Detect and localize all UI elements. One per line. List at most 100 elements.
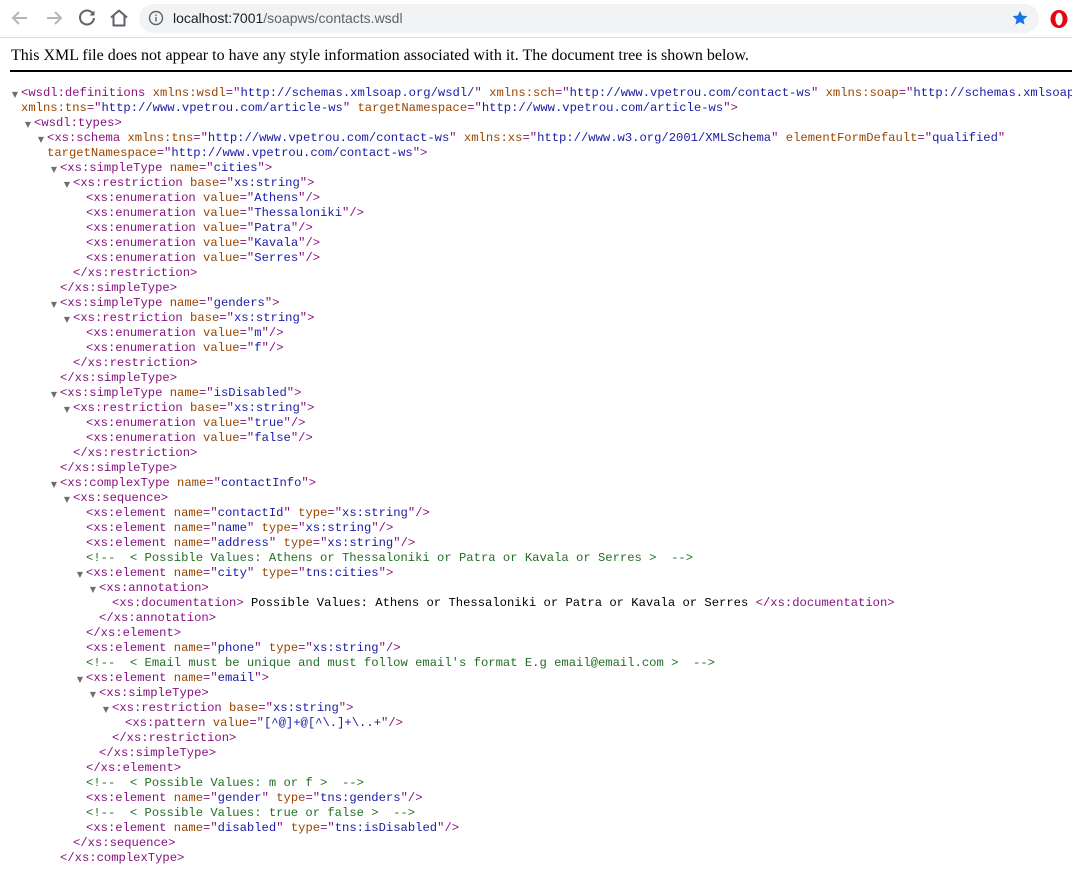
- xml-attr-name: value: [203, 206, 240, 220]
- xml-tag-text: =": [898, 86, 914, 100]
- collapse-toggle-icon[interactable]: ▼: [49, 387, 59, 402]
- xml-tag-text: </xs:documentation>: [755, 596, 895, 610]
- xml-tag-text: ": [342, 101, 358, 115]
- xml-attr-name: xmlns:tns: [127, 131, 194, 145]
- xml-tag-text: =": [203, 506, 218, 520]
- xml-tag-text: <xs:documentation>: [112, 596, 244, 610]
- forward-arrow-icon: [47, 11, 63, 25]
- collapse-toggle-icon[interactable]: ▼: [88, 687, 98, 702]
- xml-line: targetNamespace="http://www.vpetrou.com/…: [10, 146, 1072, 161]
- xml-attr-value: cities: [213, 161, 258, 175]
- collapse-toggle-icon[interactable]: ▼: [88, 582, 98, 597]
- xml-line: </xs:simpleType>: [10, 746, 1072, 761]
- xml-tag-text: "/>: [342, 206, 364, 220]
- reload-button[interactable]: [75, 6, 99, 30]
- xml-attr-value: city: [217, 566, 247, 580]
- xml-line: ▼ <xs:annotation>: [10, 581, 1072, 596]
- xml-tag-text: =": [203, 671, 218, 685]
- xml-tag-text: =": [156, 146, 172, 160]
- xml-line-content: </xs:restriction>: [73, 266, 197, 281]
- opera-extension-button[interactable]: [1049, 9, 1069, 29]
- xml-tag-text: <xs:pattern: [125, 716, 213, 730]
- xml-tag-text: =": [290, 521, 306, 535]
- info-icon[interactable]: [148, 10, 164, 26]
- xml-attr-name: type: [290, 821, 321, 835]
- xml-line-content: </xs:simpleType>: [99, 746, 216, 761]
- forward-button[interactable]: [42, 6, 66, 30]
- xml-attr-name: name: [169, 161, 199, 175]
- xml-tag-text: ": [474, 86, 490, 100]
- xml-tag-text: <xs:simpleType: [60, 296, 170, 310]
- xml-line-content: <xs:simpleType name="cities">: [60, 161, 272, 176]
- xml-tag-text: <xs:schema: [47, 131, 128, 145]
- xml-tag-text: =": [219, 311, 234, 325]
- collapse-toggle-icon[interactable]: ▼: [62, 402, 72, 417]
- xml-tag-text: <xs:annotation>: [99, 581, 209, 595]
- xml-attr-value: http://schemas.xmlsoap.org/: [913, 86, 1072, 100]
- back-button[interactable]: [8, 6, 32, 30]
- xml-attr-value: http://www.vpetrou.com/contact-ws: [171, 146, 413, 160]
- xml-attr-value: disabled: [217, 821, 277, 835]
- xml-attr-name: value: [203, 326, 240, 340]
- xml-attr-name: base: [190, 311, 220, 325]
- xml-attr-value: http://www.vpetrou.com/contact-ws: [207, 131, 450, 145]
- address-bar[interactable]: localhost:7001/soapws/contacts.wsdl: [139, 4, 1039, 33]
- xml-line: <xs:element name="address" type="xs:stri…: [10, 536, 1072, 551]
- xml-tag-text: =": [203, 566, 218, 580]
- xml-line-content: </xs:restriction>: [73, 356, 197, 371]
- collapse-toggle-icon[interactable]: ▼: [62, 492, 72, 507]
- collapse-toggle-icon[interactable]: ▼: [62, 312, 72, 327]
- xml-line-content: <xs:simpleType name="isDisabled">: [60, 386, 301, 401]
- xml-line: <!-- < Possible Values: m or f > -->: [10, 776, 1072, 791]
- collapse-toggle-icon[interactable]: ▼: [23, 117, 33, 132]
- collapse-toggle-icon[interactable]: ▼: [62, 177, 72, 192]
- xml-line-content: </xs:simpleType>: [60, 281, 177, 296]
- xml-attr-name: value: [203, 236, 240, 250]
- collapse-toggle-icon[interactable]: ▼: [49, 297, 59, 312]
- xml-line-content: <xs:enumeration value="Athens"/>: [86, 191, 320, 206]
- collapse-toggle-icon[interactable]: ▼: [75, 672, 85, 687]
- collapse-toggle-icon[interactable]: ▼: [10, 87, 20, 102]
- url-text[interactable]: localhost:7001/soapws/contacts.wsdl: [173, 10, 403, 26]
- xml-tag-text: "/>: [437, 821, 460, 835]
- xml-tag-text: </xs:simpleType>: [60, 371, 178, 385]
- xml-tag-text: =": [320, 821, 335, 835]
- xml-tag-text: <wsdl:types>: [34, 116, 122, 130]
- xml-tag-text: <xs:simpleType: [60, 161, 170, 175]
- xml-attr-name: name: [173, 536, 204, 550]
- collapse-toggle-icon[interactable]: ▼: [49, 162, 59, 177]
- xml-line-content: <xs:element name="disabled" type="tns:is…: [86, 821, 459, 836]
- xml-attr-value: name: [217, 521, 247, 535]
- collapse-toggle-icon[interactable]: ▼: [49, 477, 59, 492]
- xml-line: <xs:enumeration value="f"/>: [10, 341, 1072, 356]
- xml-line-content: </xs:element>: [86, 626, 181, 641]
- xml-tag-text: "/>: [290, 431, 313, 445]
- xml-line-content: <xs:element name="address" type="xs:stri…: [86, 536, 415, 551]
- xml-attr-name: xmlns:wsdl: [152, 86, 226, 100]
- bookmark-star-icon[interactable]: [1011, 9, 1029, 27]
- xml-attr-name: name: [169, 296, 199, 310]
- collapse-toggle-icon[interactable]: ▼: [101, 702, 111, 717]
- xml-line-content: <xs:simpleType name="genders">: [60, 296, 279, 311]
- home-button[interactable]: [107, 6, 131, 30]
- xml-tag-text: =": [239, 431, 255, 445]
- xml-attr-value: Thessaloniki: [254, 206, 343, 220]
- xml-tag-text: <xs:complexType: [60, 476, 178, 490]
- xml-line-content: </xs:annotation>: [99, 611, 216, 626]
- xml-attr-name: value: [203, 431, 240, 445]
- xml-line-content: <xs:restriction base="xs:string">: [112, 701, 353, 716]
- xml-attr-name: name: [173, 521, 204, 535]
- xml-line-content: </xs:sequence>: [73, 836, 175, 851]
- browser-toolbar: localhost:7001/soapws/contacts.wsdl: [0, 0, 1072, 38]
- xml-tag-text: =": [203, 641, 218, 655]
- collapse-toggle-icon[interactable]: ▼: [75, 567, 85, 582]
- xml-attr-value: qualified: [932, 131, 998, 145]
- xml-attr-value: email: [217, 671, 255, 685]
- xml-line: <xs:enumeration value="Athens"/>: [10, 191, 1072, 206]
- opera-logo-icon: [1050, 10, 1068, 28]
- xml-tag-text: ">: [301, 476, 317, 490]
- collapse-toggle-icon[interactable]: ▼: [36, 132, 46, 147]
- xml-line: ▼ <xs:restriction base="xs:string">: [10, 701, 1072, 716]
- xml-line: <xs:element name="contactId" type="xs:st…: [10, 506, 1072, 521]
- xml-attr-name: xmlns:sch: [489, 86, 555, 100]
